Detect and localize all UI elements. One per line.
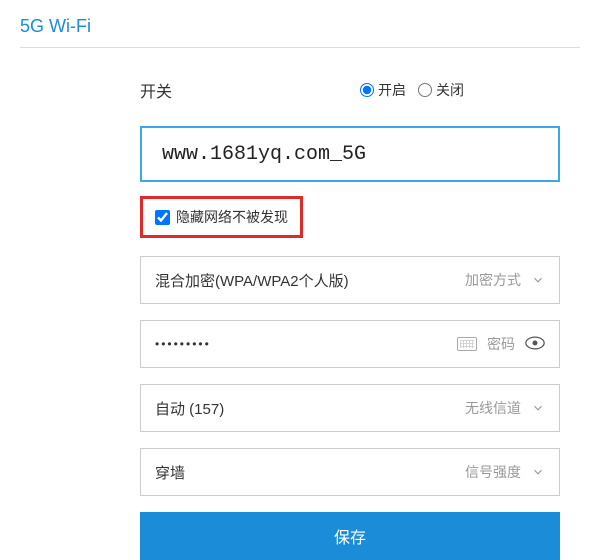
channel-caption: 无线信道 <box>465 398 521 418</box>
switch-on-radio[interactable] <box>360 83 374 97</box>
chevron-down-icon <box>531 273 545 287</box>
signal-select[interactable]: 穿墙 信号强度 <box>140 448 560 496</box>
chevron-down-icon <box>531 465 545 479</box>
hide-network-checkbox[interactable] <box>155 210 170 225</box>
password-masked: ••••••••• <box>155 337 211 351</box>
channel-select[interactable]: 自动 (157) 无线信道 <box>140 384 560 432</box>
encryption-caption: 加密方式 <box>465 270 521 290</box>
encryption-select[interactable]: 混合加密(WPA/WPA2个人版) 加密方式 <box>140 256 560 304</box>
eye-icon[interactable] <box>525 336 545 353</box>
ssid-input[interactable]: www.1681yq.com_5G <box>140 126 560 182</box>
password-caption: 密码 <box>487 334 515 354</box>
switch-off-option[interactable]: 关闭 <box>418 80 464 100</box>
keyboard-icon[interactable] <box>457 337 477 351</box>
password-input[interactable]: ••••••••• 密码 <box>140 320 560 368</box>
hide-network-highlight: 隐藏网络不被发现 <box>140 196 303 238</box>
switch-radios: 开启 关闭 <box>360 80 464 100</box>
switch-row: 开关 开启 关闭 <box>140 78 560 102</box>
switch-on-option[interactable]: 开启 <box>360 80 406 100</box>
switch-on-label: 开启 <box>378 80 406 100</box>
wifi-form: 开关 开启 关闭 www.1681yq.com_5G 隐藏网络不被发现 混合加密… <box>0 78 560 560</box>
encryption-value: 混合加密(WPA/WPA2个人版) <box>155 270 349 291</box>
hide-network-label: 隐藏网络不被发现 <box>176 207 288 227</box>
save-button[interactable]: 保存 <box>140 512 560 560</box>
switch-off-radio[interactable] <box>418 83 432 97</box>
switch-label: 开关 <box>140 78 360 102</box>
switch-off-label: 关闭 <box>436 80 464 100</box>
ssid-text: www.1681yq.com_5G <box>162 143 366 166</box>
signal-value: 穿墙 <box>155 462 185 483</box>
signal-caption: 信号强度 <box>465 462 521 482</box>
chevron-down-icon <box>531 401 545 415</box>
section-title: 5G Wi-Fi <box>0 0 600 47</box>
channel-value: 自动 (157) <box>155 398 224 419</box>
section-divider <box>20 47 580 48</box>
